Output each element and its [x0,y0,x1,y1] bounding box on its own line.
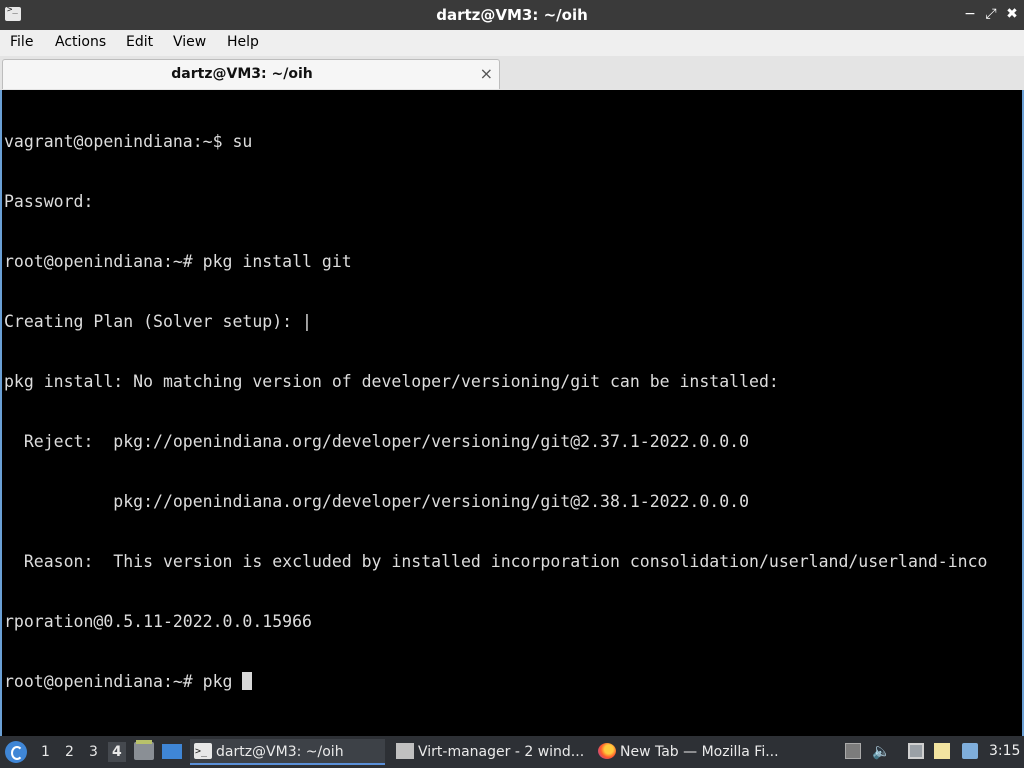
minimize-button[interactable]: − [962,5,978,23]
task-terminal-label: dartz@VM3: ~/oih [216,744,344,760]
network-icon[interactable] [908,743,924,759]
terminal-line: root@openindiana:~# pkg install git [4,252,352,271]
tray-update-icon[interactable] [845,743,861,759]
menubar: File Actions Edit View Help [0,30,1024,56]
menu-actions[interactable]: Actions [55,34,106,50]
terminal-current-input: root@openindiana:~# pkg [4,672,243,691]
task-firefox[interactable]: New Tab — Mozilla Fi... [594,739,794,765]
tab-close-icon[interactable]: × [480,64,493,83]
menu-edit[interactable]: Edit [126,34,153,50]
tab-bar: dartz@VM3: ~/oih × [0,56,1024,91]
close-button[interactable]: ✖ [1004,5,1020,23]
workspace-2[interactable]: 2 [65,744,74,760]
tab-label: dartz@VM3: ~/oih [171,66,313,82]
terminal-view[interactable]: vagrant@openindiana:~$ su Password: root… [0,90,1024,736]
maximize-button[interactable]: ⤢ [983,5,999,23]
workspace-4[interactable]: 4 [108,742,126,762]
terminal-line: pkg://openindiana.org/developer/versioni… [4,492,750,511]
clipboard-icon[interactable] [934,743,950,759]
terminal-prompt-line: root@openindiana:~# pkg [4,672,987,692]
task-terminal[interactable]: dartz@VM3: ~/oih [190,739,385,765]
terminal-line: Reason: This version is excluded by inst… [4,552,988,571]
volume-icon[interactable]: 🔈 [872,743,891,759]
terminal-line: rporation@0.5.11-2022.0.0.15966 [4,612,312,631]
clock[interactable]: 3:15 [989,743,1020,759]
terminal-line: Creating Plan (Solver setup): | [4,312,312,331]
taskbar: 1 2 3 4 dartz@VM3: ~/oih Virt-manager - … [0,736,1024,768]
terminal-icon [194,739,212,765]
notification-icon[interactable] [962,743,978,759]
task-firefox-label: New Tab — Mozilla Fi... [620,744,779,760]
file-manager-icon[interactable] [134,740,154,760]
workspace-1[interactable]: 1 [41,744,50,760]
menu-help[interactable]: Help [227,34,259,50]
task-virt-manager-label: Virt-manager - 2 wind... [418,744,585,760]
terminal-line: pkg install: No matching version of deve… [4,372,779,391]
terminal-cursor [242,672,253,690]
terminal-line: Password: [4,192,94,211]
virt-manager-icon [396,743,414,759]
terminal-output: vagrant@openindiana:~$ su Password: root… [4,92,987,732]
menu-file[interactable]: File [10,34,33,50]
firefox-icon [598,743,616,759]
workspace-3[interactable]: 3 [89,744,98,760]
window-titlebar: dartz@VM3: ~/oih − ⤢ ✖ [0,0,1024,30]
start-menu-icon[interactable] [5,741,27,763]
terminal-line: vagrant@openindiana:~$ su [4,132,253,151]
menu-view[interactable]: View [173,34,206,50]
terminal-line: Reject: pkg://openindiana.org/developer/… [4,432,750,451]
tab-terminal[interactable]: dartz@VM3: ~/oih × [2,59,500,89]
window-title: dartz@VM3: ~/oih [436,6,588,24]
show-desktop-icon[interactable] [162,744,182,759]
task-virt-manager[interactable]: Virt-manager - 2 wind... [392,739,587,765]
